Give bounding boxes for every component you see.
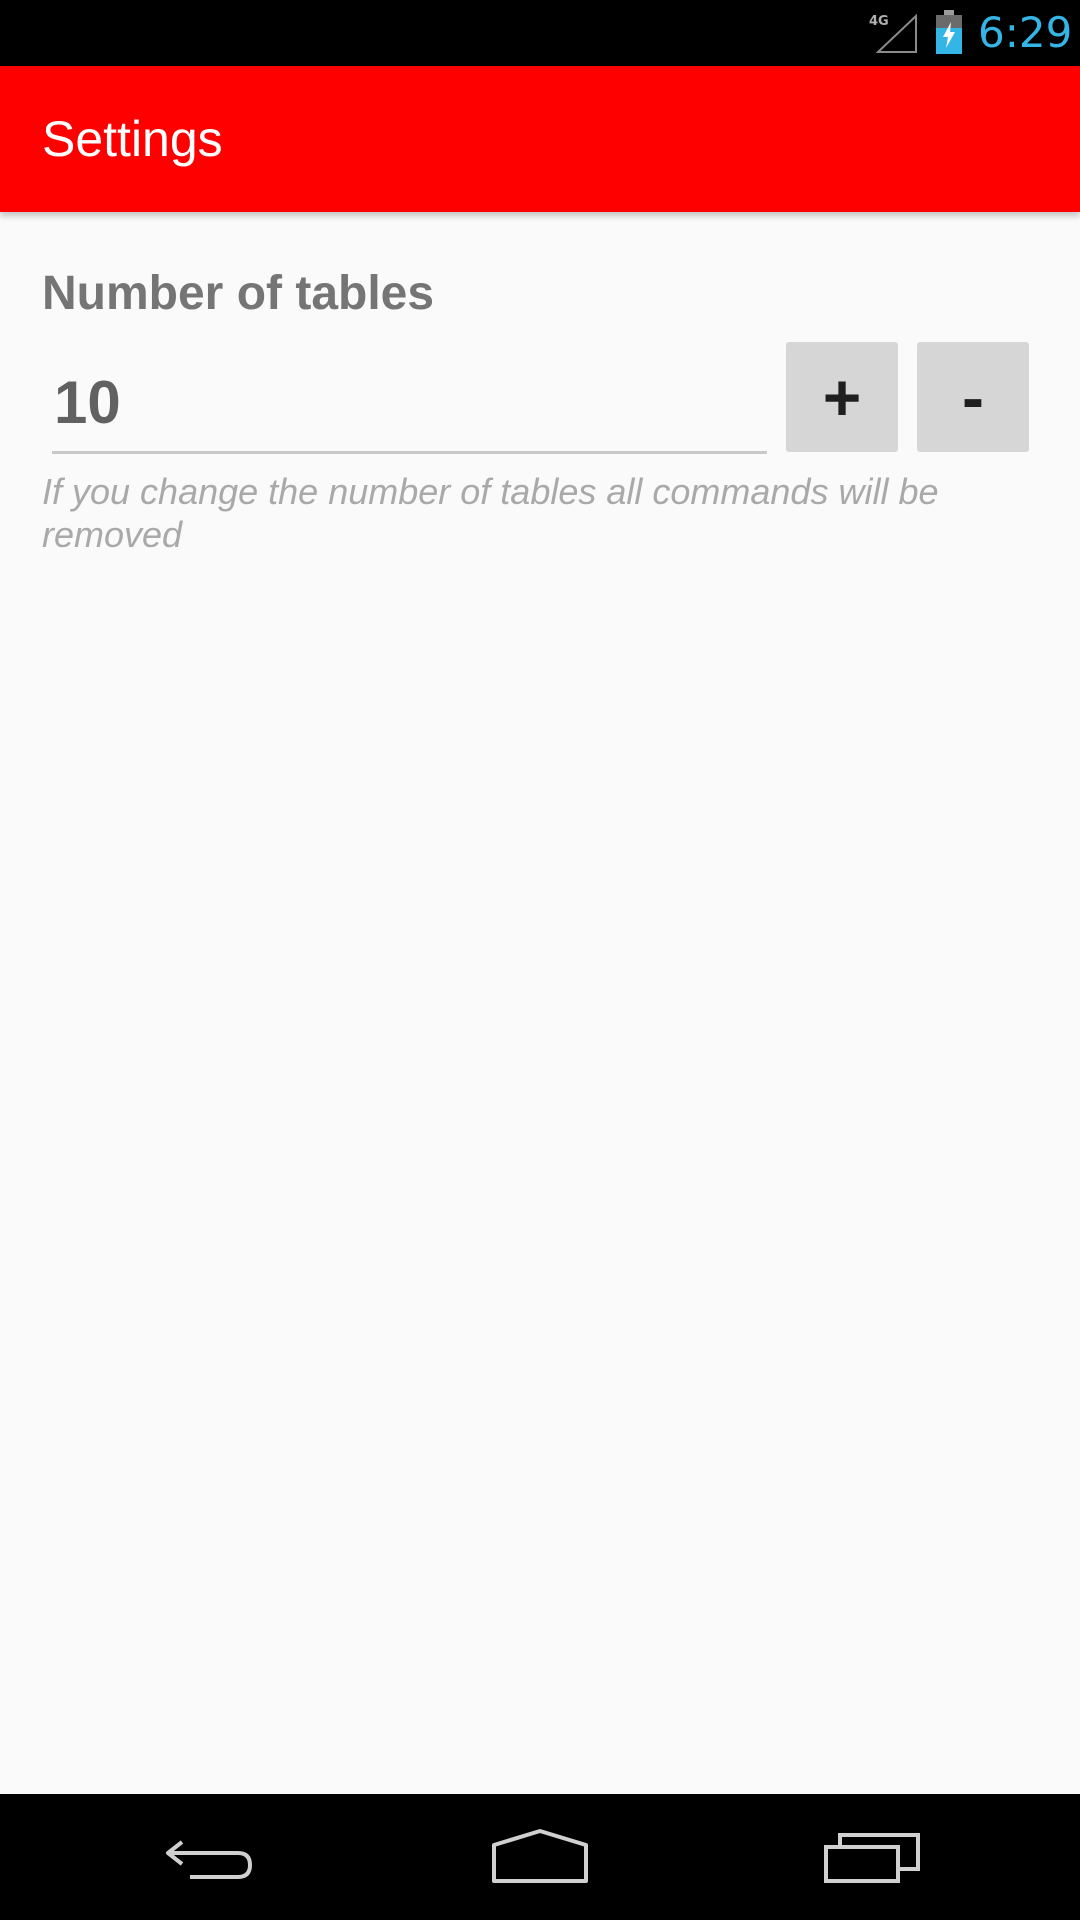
recent-apps-button[interactable] (812, 1814, 932, 1900)
number-of-tables-field[interactable]: 10 (52, 360, 767, 456)
number-of-tables-value: 10 (54, 369, 121, 436)
home-icon (492, 1829, 588, 1883)
back-button[interactable] (150, 1814, 270, 1900)
signal-icon: 4G (869, 13, 917, 53)
decrease-tables-button[interactable]: - (917, 342, 1029, 452)
network-type-label: 4G (869, 14, 889, 29)
settings-screen: 4G 6:29 Settings Number of tables 10 + -… (0, 0, 1080, 1920)
tables-warning-text: If you change the number of tables all c… (42, 471, 939, 555)
increase-tables-button[interactable]: + (786, 342, 898, 452)
back-icon (166, 1840, 253, 1879)
battery-charging-icon (936, 10, 962, 54)
status-bar: 4G 6:29 (0, 0, 1080, 66)
status-time: 6:29 (978, 8, 1073, 57)
navigation-bar (0, 1794, 1080, 1920)
home-button[interactable] (480, 1814, 600, 1900)
section-title: Number of tables (42, 267, 435, 320)
field-underline (52, 451, 767, 454)
recent-apps-icon (824, 1833, 920, 1883)
app-bar-title: Settings (42, 111, 223, 167)
app-bar: Settings (0, 66, 1080, 212)
